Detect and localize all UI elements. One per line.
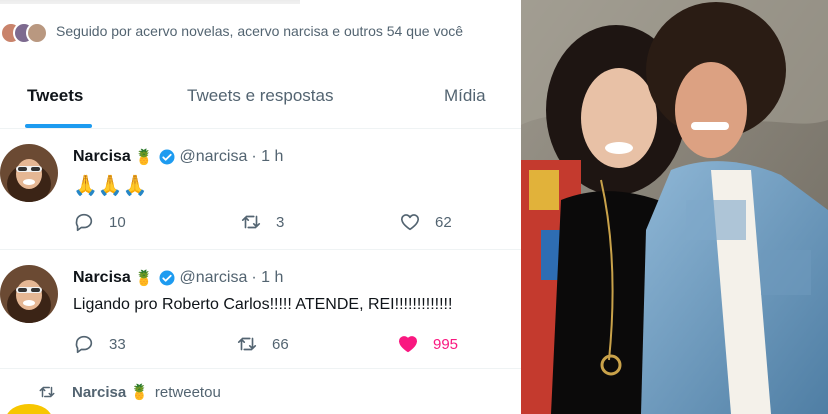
like-icon bbox=[400, 214, 420, 231]
avatar bbox=[26, 22, 48, 44]
avatar[interactable] bbox=[6, 404, 52, 414]
followed-by-row[interactable]: Seguido por acervo novelas, acervo narci… bbox=[0, 16, 521, 46]
tweet-header: Narcisa 🍍 @narcisa · 1 h bbox=[73, 148, 283, 166]
active-tab-indicator bbox=[25, 124, 92, 128]
verified-icon bbox=[159, 270, 175, 286]
reply-count: 33 bbox=[109, 335, 126, 353]
pineapple-emoji: 🍍 bbox=[134, 270, 154, 287]
author-name[interactable]: Narcisa bbox=[73, 148, 131, 166]
avatar[interactable] bbox=[0, 265, 58, 323]
tweet[interactable]: Narcisa 🍍 @narcisa · 1 h 🙏🙏🙏 10 3 62 bbox=[0, 129, 521, 250]
reply-count: 10 bbox=[109, 213, 126, 231]
like-icon bbox=[398, 336, 418, 353]
cropped-header-text bbox=[0, 0, 300, 4]
tab-media[interactable]: Mídia bbox=[444, 86, 486, 106]
author-handle[interactable]: @narcisa bbox=[180, 148, 248, 166]
tweet-text: Ligando pro Roberto Carlos!!!!! ATENDE, … bbox=[73, 296, 453, 313]
profile-timeline: Seguido por acervo novelas, acervo narci… bbox=[0, 0, 521, 414]
tweet-actions: 10 3 62 bbox=[73, 211, 513, 235]
verified-icon bbox=[159, 149, 175, 165]
like-count: 62 bbox=[435, 213, 452, 231]
reply-button[interactable]: 33 bbox=[73, 333, 126, 355]
retweet-icon bbox=[237, 337, 257, 351]
tweet-header: Narcisa 🍍 @narcisa · 1 h bbox=[73, 269, 283, 287]
retweeted-by-row[interactable]: Narcisa 🍍 retweetou bbox=[38, 383, 221, 401]
tab-tweets[interactable]: Tweets bbox=[27, 86, 83, 106]
profile-tabs: Tweets Tweets e respostas Mídia bbox=[0, 70, 521, 129]
follower-avatars bbox=[0, 19, 48, 44]
retweet-button[interactable]: 66 bbox=[236, 333, 289, 355]
retweet-count: 66 bbox=[272, 335, 289, 353]
like-button[interactable]: 62 bbox=[399, 211, 452, 233]
tweet-text: 🙏🙏🙏 bbox=[73, 175, 148, 197]
retweet-icon bbox=[39, 386, 55, 398]
author-name[interactable]: Narcisa bbox=[73, 269, 131, 287]
tweet-actions: 33 66 995 bbox=[73, 333, 513, 357]
followed-by-text: Seguido por acervo novelas, acervo narci… bbox=[56, 23, 464, 39]
photo bbox=[521, 0, 828, 414]
retweet-count: 3 bbox=[276, 213, 285, 231]
like-button[interactable]: 995 bbox=[397, 333, 458, 355]
like-count: 995 bbox=[433, 335, 459, 353]
reply-icon bbox=[75, 213, 93, 232]
tweet-time[interactable]: · 1 h bbox=[251, 269, 283, 287]
retweet-icon bbox=[241, 215, 261, 229]
retweet-button[interactable]: 3 bbox=[240, 211, 284, 233]
couple-photo bbox=[521, 0, 828, 414]
tab-tweets-and-replies[interactable]: Tweets e respostas bbox=[187, 86, 333, 106]
retweet-label: retweetou bbox=[154, 383, 221, 401]
tweet-time[interactable]: · 1 h bbox=[251, 148, 283, 166]
author-handle[interactable]: @narcisa bbox=[180, 269, 248, 287]
avatar[interactable] bbox=[0, 144, 58, 202]
reply-button[interactable]: 10 bbox=[73, 211, 126, 233]
pineapple-emoji: 🍍 bbox=[134, 149, 154, 166]
tweet[interactable]: Narcisa 🍍 @narcisa · 1 h Ligando pro Rob… bbox=[0, 250, 521, 369]
reply-icon bbox=[75, 335, 93, 354]
retweeter-name[interactable]: Narcisa bbox=[72, 384, 126, 401]
pineapple-emoji: 🍍 bbox=[130, 384, 149, 401]
